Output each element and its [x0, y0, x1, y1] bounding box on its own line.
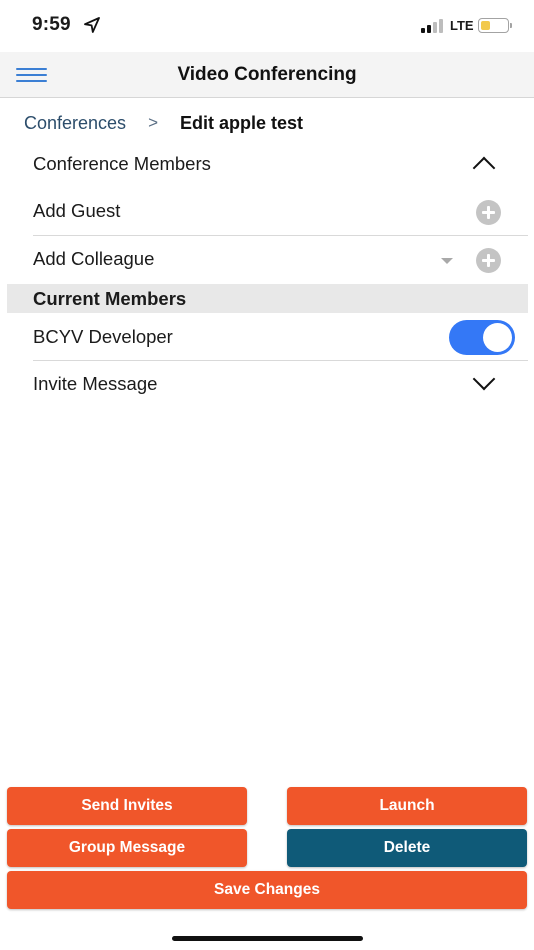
add-colleague-label: Add Colleague: [33, 248, 155, 269]
nav-bar: Video Conferencing: [0, 52, 534, 98]
home-indicator: [172, 936, 363, 941]
group-message-button[interactable]: Group Message: [7, 829, 247, 867]
divider: [33, 360, 528, 361]
divider: [33, 235, 528, 236]
send-invites-button[interactable]: Send Invites: [7, 787, 247, 825]
breadcrumb-current: Edit apple test: [180, 112, 304, 133]
cellular-signal-icon: [421, 19, 445, 33]
caret-down-icon[interactable]: [441, 258, 453, 264]
launch-button[interactable]: Launch: [287, 787, 527, 825]
invite-message-label: Invite Message: [33, 373, 158, 394]
breadcrumb-separator: >: [148, 113, 158, 132]
current-members-header: Current Members: [7, 284, 528, 313]
conference-members-row[interactable]: Conference Members: [33, 153, 501, 177]
member-name: BCYV Developer: [33, 326, 173, 347]
breadcrumb: Conferences > Edit apple test: [24, 112, 303, 134]
status-bar: 9:59 LTE: [0, 0, 534, 52]
network-type: LTE: [450, 18, 474, 33]
status-time: 9:59: [32, 14, 71, 35]
location-arrow-icon: [84, 17, 100, 33]
member-include-toggle[interactable]: [449, 320, 515, 355]
add-colleague-row[interactable]: Add Colleague: [33, 248, 501, 272]
add-guest-row: Add Guest: [33, 200, 501, 224]
add-guest-plus-icon[interactable]: [476, 200, 501, 225]
save-changes-button[interactable]: Save Changes: [7, 871, 527, 909]
page-title: Video Conferencing: [177, 64, 357, 85]
toggle-knob: [483, 323, 512, 352]
add-colleague-plus-icon[interactable]: [476, 248, 501, 273]
battery-tip: [510, 23, 512, 28]
delete-button[interactable]: Delete: [287, 829, 527, 867]
battery-icon: [478, 18, 509, 33]
member-row: BCYV Developer: [33, 326, 501, 350]
add-guest-label: Add Guest: [33, 200, 121, 221]
current-members-title: Current Members: [33, 288, 187, 309]
invite-message-row[interactable]: Invite Message: [33, 373, 501, 397]
breadcrumb-conferences-link[interactable]: Conferences: [24, 113, 126, 134]
conference-members-label: Conference Members: [33, 153, 211, 174]
